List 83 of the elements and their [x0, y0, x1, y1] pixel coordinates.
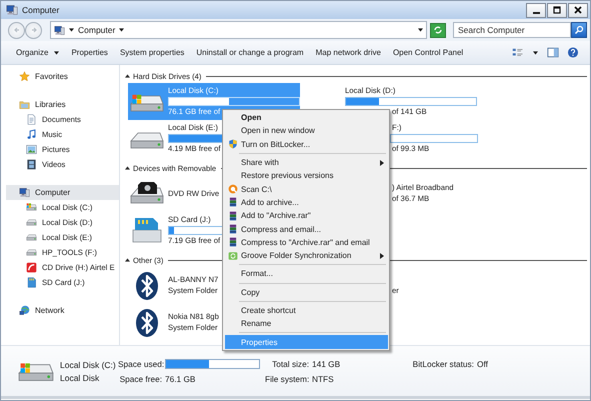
sync-icon — [228, 250, 238, 261]
menu-item[interactable]: Groove Folder Synchronization — [225, 248, 388, 262]
field-value: 76.1 GB — [165, 374, 196, 384]
field-label: Space used: — [118, 358, 165, 368]
window-title: Computer — [22, 5, 60, 15]
nav-item[interactable]: Computer — [6, 185, 119, 200]
menu-item[interactable]: Rename — [225, 317, 388, 330]
picture-icon — [26, 144, 37, 155]
address-bar[interactable]: Computer — [50, 21, 427, 39]
collapse-icon[interactable] — [125, 74, 130, 78]
document-icon — [26, 114, 37, 125]
caret-icon — [418, 28, 423, 32]
menu-item[interactable]: Turn on BitLocker... — [225, 138, 388, 151]
menu-item[interactable]: Copy — [225, 286, 388, 299]
list-view-icon — [512, 47, 524, 58]
menu-item[interactable]: Open in new window — [225, 124, 388, 138]
drive-name: Local Disk (C:) — [60, 360, 117, 370]
toolbar-button[interactable]: Uninstall or change a program — [191, 45, 309, 60]
close-button[interactable] — [568, 2, 588, 18]
collapse-icon[interactable] — [125, 258, 130, 262]
menu-item[interactable]: Compress and email... — [225, 222, 388, 236]
books-icon — [228, 197, 238, 208]
shield-icon — [228, 139, 238, 150]
hard-drive-icon — [26, 232, 37, 243]
menu-item[interactable]: Add to "Archive.rar" — [225, 209, 388, 222]
books-icon — [228, 210, 238, 221]
menu-item[interactable]: Format... — [225, 267, 388, 281]
menu-item[interactable]: Share with — [225, 156, 388, 170]
maximize-button[interactable] — [547, 2, 567, 18]
collapse-icon[interactable] — [125, 166, 130, 170]
hard-drive-icon — [26, 202, 37, 213]
back-arrow-icon — [12, 25, 22, 35]
menu-item[interactable]: Add to archive... — [225, 196, 388, 210]
refresh-icon — [433, 25, 443, 35]
nav-item[interactable]: Network — [6, 303, 119, 318]
maximize-icon — [552, 5, 562, 15]
drive-type: Local Disk — [60, 372, 100, 382]
search-icon — [574, 25, 584, 35]
field-label: File system: — [265, 374, 310, 384]
close-icon — [573, 5, 583, 15]
music-note-icon — [26, 129, 37, 140]
address-path: Computer — [78, 25, 116, 35]
search-button[interactable] — [571, 22, 587, 38]
field-label: Space free: — [118, 374, 163, 384]
nav-item[interactable]: Favorites — [6, 69, 119, 84]
field-value: 141 GB — [312, 358, 342, 368]
computer-icon — [54, 24, 65, 36]
film-icon — [26, 159, 37, 170]
minimize-icon — [532, 12, 540, 14]
search-field[interactable]: Search Computer — [453, 22, 571, 38]
disc-icon — [26, 262, 37, 273]
sd-card-icon — [26, 277, 37, 288]
computer-icon — [6, 4, 18, 16]
globe-icon — [19, 305, 30, 316]
field-label: BitLocker status: — [412, 358, 475, 368]
menu-item[interactable]: Scan C:\ — [225, 182, 388, 196]
star-icon — [19, 71, 30, 82]
computer-icon — [19, 187, 30, 198]
menu-item[interactable]: Compress to "Archive.rar" and email — [225, 236, 388, 249]
menu-item[interactable]: Create shortcut — [225, 304, 388, 318]
field-label: Total size: — [271, 358, 310, 368]
menu-item[interactable]: Restore previous versions — [225, 169, 388, 182]
toolbar-button[interactable]: System properties — [114, 45, 190, 60]
books-icon — [228, 224, 238, 234]
toolbar-button[interactable]: Organize — [11, 45, 64, 60]
toolbar-button[interactable]: Open Control Panel — [388, 45, 468, 60]
books-icon — [228, 237, 238, 248]
help-icon — [567, 47, 579, 58]
scan-icon — [228, 184, 238, 194]
minimize-button[interactable] — [526, 2, 546, 18]
field-value: Off — [477, 358, 489, 368]
field-value: NTFS — [312, 374, 335, 384]
folder-icon — [19, 99, 30, 110]
pane-icon — [547, 47, 559, 58]
caret-icon — [119, 28, 124, 32]
hard-drive-icon — [26, 217, 37, 228]
hard-drive-icon — [26, 247, 37, 258]
nav-item[interactable]: Libraries — [6, 97, 119, 112]
toolbar-button[interactable]: Properties — [66, 45, 113, 60]
toolbar-button[interactable]: Map network drive — [310, 45, 386, 60]
caret-icon — [69, 28, 74, 32]
caret-icon[interactable] — [533, 50, 538, 54]
refresh-button[interactable] — [430, 22, 446, 38]
